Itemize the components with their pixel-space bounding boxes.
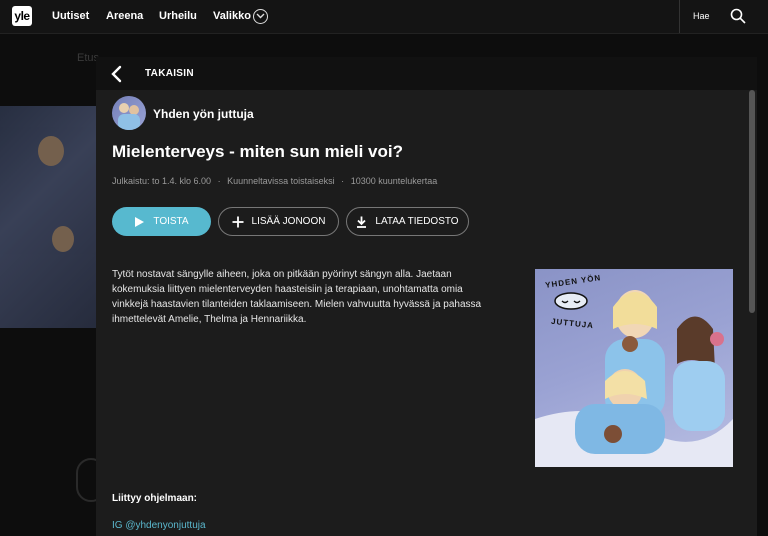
- listen-count: 10300 kuuntelukertaa: [350, 176, 438, 186]
- related-heading: Liittyy ohjelmaan:: [112, 493, 198, 504]
- back-button[interactable]: TAKAISIN: [145, 68, 194, 79]
- download-label: LATAA TIEDOSTO: [375, 216, 459, 227]
- modal-header: TAKAISIN: [96, 57, 757, 90]
- scrollbar[interactable]: [749, 90, 755, 313]
- nav-item-uutiset[interactable]: Uutiset: [52, 10, 89, 22]
- download-icon: [357, 216, 367, 228]
- nav-item-urheilu[interactable]: Urheilu: [159, 10, 197, 22]
- download-button[interactable]: LATAA TIEDOSTO: [346, 207, 469, 236]
- background-series-image: [0, 106, 97, 328]
- episode-modal: TAKAISIN Yhden yön juttuja Mielenterveys…: [96, 57, 757, 536]
- add-to-queue-button[interactable]: LISÄÄ JONOON: [218, 207, 339, 236]
- episode-title: Mielenterveys - miten sun mieli voi?: [112, 142, 403, 161]
- play-button[interactable]: TOISTA: [112, 207, 211, 236]
- availability-text: Kuunneltavissa toistaiseksi: [227, 176, 335, 186]
- top-navigation-bar: yle Uutiset Areena Urheilu Valikko Hae: [0, 0, 768, 34]
- nav-item-valikko[interactable]: Valikko: [213, 10, 251, 22]
- back-arrow-icon[interactable]: [110, 65, 122, 83]
- yle-logo[interactable]: yle: [12, 6, 32, 26]
- meta-separator: ·: [217, 176, 221, 186]
- episode-meta: Julkaistu: to 1.4. klo 6.00 · Kuunneltav…: [112, 176, 441, 186]
- add-to-queue-label: LISÄÄ JONOON: [251, 216, 326, 227]
- plus-icon: [232, 216, 244, 227]
- search-label[interactable]: Hae: [693, 11, 710, 21]
- series-avatar[interactable]: [112, 96, 146, 130]
- search-icon[interactable]: [730, 8, 746, 24]
- episode-description: Tytöt nostavat sängylle aiheen, joka on …: [112, 269, 482, 325]
- play-icon: [135, 216, 145, 227]
- meta-separator: ·: [341, 176, 345, 186]
- play-button-label: TOISTA: [153, 216, 189, 227]
- nav-item-areena[interactable]: Areena: [106, 10, 143, 22]
- published-date: Julkaistu: to 1.4. klo 6.00: [112, 176, 212, 186]
- episode-cover-image: YHDEN YÖN JUTTUJA: [535, 269, 733, 467]
- series-name-link[interactable]: Yhden yön juttuja: [153, 107, 254, 121]
- instagram-link[interactable]: IG @yhdenyonjuttuja: [112, 520, 206, 531]
- divider: [679, 0, 680, 33]
- chevron-down-icon[interactable]: [253, 9, 268, 24]
